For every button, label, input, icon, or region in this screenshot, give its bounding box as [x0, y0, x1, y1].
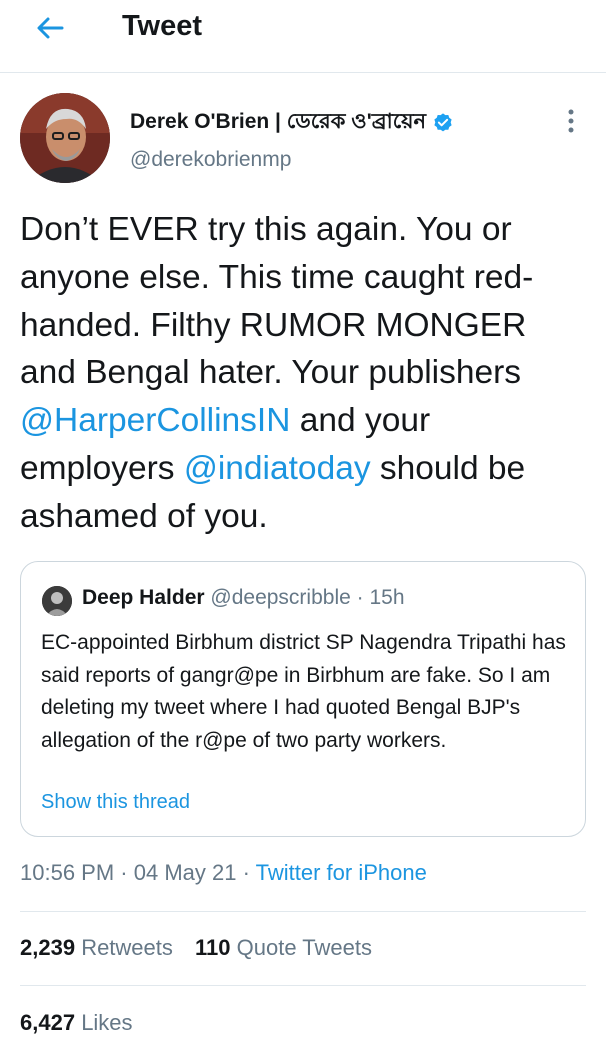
header-bar: Tweet: [0, 0, 606, 73]
show-thread-link[interactable]: Show this thread: [41, 791, 190, 814]
separator-dot: ·: [356, 586, 364, 609]
quote-tweets-count: 110: [195, 935, 231, 960]
profile-photo: [20, 93, 110, 183]
quoted-avatar: [42, 586, 72, 616]
quoted-time: 15h: [369, 586, 405, 609]
mention-link[interactable]: @indiatoday: [184, 450, 371, 487]
retweets-label: Retweets: [81, 935, 173, 960]
likes-stat[interactable]: 6,427 Likes: [20, 1010, 133, 1035]
likes-count: 6,427: [20, 1010, 76, 1035]
quote-tweets-label: Quote Tweets: [236, 935, 372, 960]
author-name-row[interactable]: Derek O'Brien | ডেরেক ও'ব্রায়েন: [130, 105, 454, 140]
likes-label: Likes: [81, 1010, 133, 1035]
arrow-left-icon[interactable]: [32, 10, 68, 46]
avatar[interactable]: [20, 93, 110, 183]
tweet-text-part: Don’t EVER try this again. You or anyone…: [20, 211, 534, 392]
page-title: Tweet: [122, 10, 203, 42]
retweets-count: 2,239: [20, 935, 76, 960]
quoted-author-name: Deep Halder: [82, 586, 205, 609]
tweet-text: Don’t EVER try this again. You or anyone…: [20, 206, 586, 541]
engagement-row: 2,239 Retweets 110 Quote Tweets: [20, 935, 388, 961]
author-name[interactable]: Derek O'Brien | ডেরেক ও'ব্রায়েন: [130, 105, 426, 140]
retweets-stat[interactable]: 2,239 Retweets: [20, 935, 173, 960]
likes-row: 6,427 Likes: [20, 1010, 149, 1036]
quoted-author-handle: @deepscribble: [210, 586, 351, 609]
more-vertical-icon[interactable]: [558, 104, 584, 138]
quoted-tweet[interactable]: Deep Halder @deepscribble · 15h EC-appoi…: [20, 561, 586, 837]
quoted-profile-photo: [42, 586, 72, 616]
quoted-text: EC-appointed Birbhum district SP Nagendr…: [41, 631, 566, 753]
separator-dot: ·: [120, 860, 128, 885]
divider: [20, 985, 586, 986]
tweet-date: 04 May 21: [133, 860, 237, 885]
quoted-header: Deep Halder @deepscribble · 15h: [82, 586, 405, 610]
author-handle[interactable]: @derekobrienmp: [130, 148, 291, 172]
tweet-time: 10:56 PM: [20, 860, 115, 885]
verified-badge-icon: [434, 112, 452, 131]
tweet-meta: 10:56 PM · 04 May 21 · Twitter for iPhon…: [20, 860, 427, 886]
mention-link[interactable]: @HarperCollinsIN: [20, 402, 290, 439]
separator-dot: ·: [242, 860, 250, 885]
tweet-source-link[interactable]: Twitter for iPhone: [256, 860, 427, 885]
quote-tweets-stat[interactable]: 110 Quote Tweets: [195, 935, 372, 960]
divider: [20, 911, 586, 912]
